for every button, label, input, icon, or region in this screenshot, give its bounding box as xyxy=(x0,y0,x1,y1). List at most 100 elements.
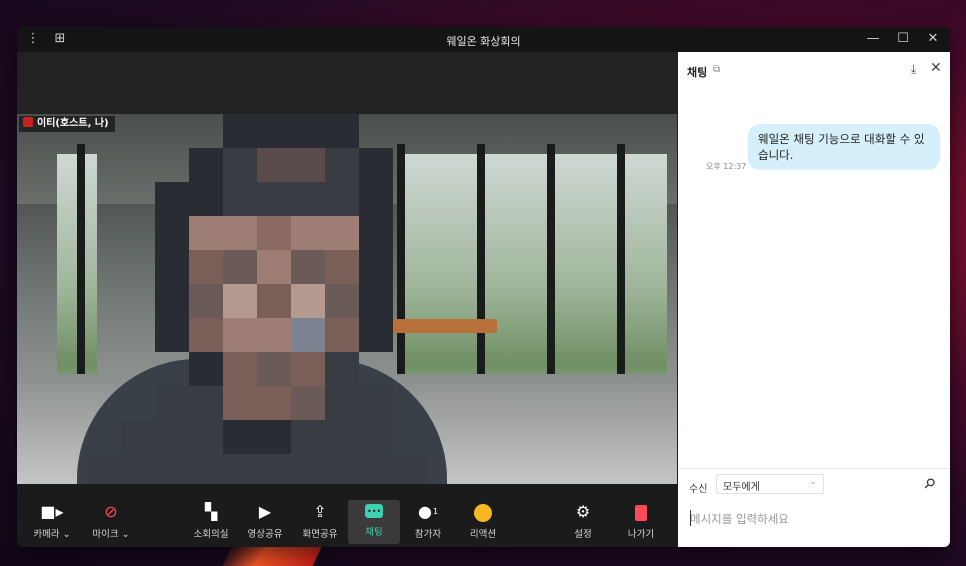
close-icon[interactable]: ✕ xyxy=(930,60,942,76)
mosaic-tile xyxy=(291,148,325,182)
mosaic-tile xyxy=(359,454,393,484)
mosaic-tile xyxy=(87,250,121,284)
mosaic-tile xyxy=(257,182,291,216)
mosaic-tile xyxy=(87,182,121,216)
paperclip-icon[interactable]: ⚲ xyxy=(920,475,939,494)
mosaic-tile xyxy=(121,352,155,386)
popout-icon[interactable]: ⧉ xyxy=(713,64,720,75)
settings-button[interactable]: ⚙ 설정 xyxy=(557,502,609,544)
mosaic-tile xyxy=(393,182,427,216)
download-icon[interactable]: ⤓ xyxy=(911,62,916,77)
message-time: 오후 12:37 xyxy=(706,162,747,171)
close-window-icon[interactable]: ✕ xyxy=(925,31,941,47)
mosaic-tile xyxy=(87,386,121,420)
camera-label: 카메라 ⌄ xyxy=(33,529,71,540)
mosaic-tile xyxy=(87,352,121,386)
exit-label: 나가기 xyxy=(627,529,655,540)
video-share-button[interactable]: ▶ 영상공유 xyxy=(239,502,291,544)
mosaic-tile xyxy=(393,284,427,318)
mosaic-tile xyxy=(393,114,427,148)
mic-button[interactable]: ⊘ 마이크 ⌄ xyxy=(85,502,137,544)
mosaic-tile xyxy=(393,216,427,250)
mosaic-tile xyxy=(291,454,325,484)
app-window: ⋮ ⊞ 웨일온 화상회의 — ☐ ✕ 이티(호스트, 나) ■▸ 카메라 ⌄ ⊘… xyxy=(17,27,950,547)
mosaic-tile xyxy=(291,182,325,216)
mosaic-tile xyxy=(189,318,223,352)
mosaic-tile xyxy=(359,148,393,182)
mosaic-tile xyxy=(189,182,223,216)
mosaic-tile xyxy=(291,216,325,250)
mosaic-tile xyxy=(223,216,257,250)
mosaic-tile xyxy=(121,386,155,420)
mosaic-tile xyxy=(223,182,257,216)
mosaic-tile xyxy=(223,318,257,352)
mosaic-tile xyxy=(155,114,189,148)
recipient-value: 모두에게 xyxy=(723,482,760,493)
participants-count: 1 xyxy=(432,507,439,516)
mosaic-tile xyxy=(257,250,291,284)
mosaic-tile xyxy=(189,250,223,284)
mosaic-tile xyxy=(223,250,257,284)
mosaic-tile xyxy=(223,148,257,182)
mosaic-tile xyxy=(121,420,155,454)
mosaic-tile xyxy=(155,386,189,420)
mosaic-tile xyxy=(257,284,291,318)
mosaic-tile xyxy=(121,250,155,284)
chat-label: 채팅 xyxy=(365,527,383,538)
mosaic-tile xyxy=(257,454,291,484)
mosaic-tile xyxy=(155,216,189,250)
mosaic-tile xyxy=(189,454,223,484)
smile-icon xyxy=(457,502,509,522)
mosaic-tile xyxy=(325,318,359,352)
play-icon: ▶ xyxy=(258,502,272,521)
mosaic-tile xyxy=(223,284,257,318)
participant-name: 이티(호스트, 나) xyxy=(37,118,109,129)
mosaic-tile xyxy=(393,318,427,352)
meeting-toolbar: ■▸ 카메라 ⌄ ⊘ 마이크 ⌄ ▚ 소회의실 ▶ 영상공유 ⇪ 화면공유 채팅… xyxy=(17,484,677,547)
breakout-button[interactable]: ▚ 소회의실 xyxy=(185,502,237,544)
mosaic-tile xyxy=(189,352,223,386)
mosaic-tile xyxy=(325,216,359,250)
recipient-select[interactable]: 모두에게 ⌄ xyxy=(716,474,824,494)
mosaic-tile xyxy=(359,216,393,250)
chat-button[interactable]: 채팅 xyxy=(348,500,400,544)
mosaic-tile xyxy=(325,114,359,148)
mosaic-tile xyxy=(257,352,291,386)
mosaic-tile xyxy=(325,386,359,420)
mosaic-tile xyxy=(325,454,359,484)
mosaic-tile xyxy=(87,454,121,484)
participants-button[interactable]: ●1 참가자 xyxy=(402,502,454,544)
mosaic-tile xyxy=(291,352,325,386)
participant-video[interactable] xyxy=(17,114,677,484)
mosaic-tile xyxy=(359,352,393,386)
mosaic-tile xyxy=(121,182,155,216)
mosaic-tile xyxy=(223,352,257,386)
mosaic-tile xyxy=(257,318,291,352)
mosaic-tile xyxy=(223,114,257,148)
mosaic-tile xyxy=(291,284,325,318)
mosaic-tile xyxy=(189,114,223,148)
chat-header: 채팅 ⧉ ⤓ ✕ xyxy=(678,52,950,88)
message-input[interactable] xyxy=(690,508,940,530)
mosaic-tile xyxy=(257,386,291,420)
chat-title: 채팅 xyxy=(687,66,708,79)
mosaic-tile xyxy=(325,250,359,284)
mosaic-tile xyxy=(257,148,291,182)
layout-panel-icon: ▚ xyxy=(204,502,218,521)
maximize-icon[interactable]: ☐ xyxy=(895,31,911,47)
exit-button[interactable]: 나가기 xyxy=(615,502,667,544)
participant-name-tag: 이티(호스트, 나) xyxy=(19,116,115,132)
mosaic-tile xyxy=(87,318,121,352)
mosaic-tile xyxy=(325,182,359,216)
reaction-button[interactable]: 리액션 xyxy=(457,502,509,544)
mosaic-tile xyxy=(189,148,223,182)
minimize-icon[interactable]: — xyxy=(865,31,881,47)
mosaic-tile xyxy=(325,148,359,182)
window-title: 웨일온 화상회의 xyxy=(446,35,521,48)
mosaic-tile xyxy=(223,454,257,484)
message-bubble: 웨일온 채팅 기능으로 대화할 수 있습니다. xyxy=(748,124,940,170)
chat-bubble-icon xyxy=(348,500,400,522)
camera-button[interactable]: ■▸ 카메라 ⌄ xyxy=(26,502,78,544)
screen-share-button[interactable]: ⇪ 화면공유 xyxy=(294,502,346,544)
mosaic-tile xyxy=(359,284,393,318)
